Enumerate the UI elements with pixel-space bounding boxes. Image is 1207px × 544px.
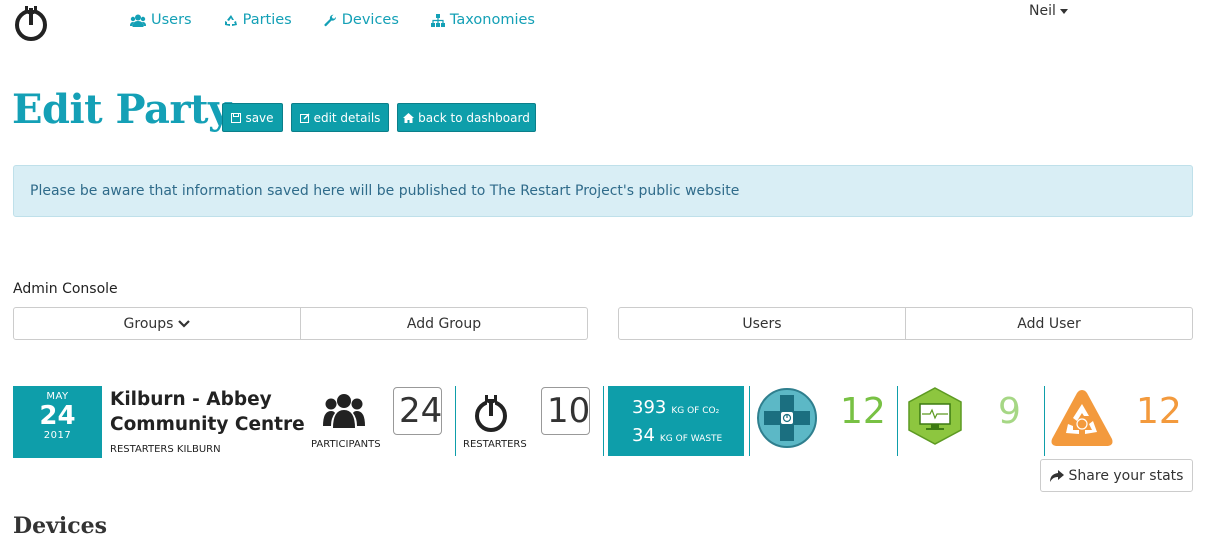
nav-label-parties: Parties [242, 12, 292, 28]
add-group-label: Add Group [406, 315, 482, 332]
add-user-label: Add User [1017, 315, 1081, 332]
nav-label-users: Users [151, 12, 192, 28]
divider [1044, 386, 1045, 456]
share-stats-button[interactable]: Share your stats [1040, 459, 1193, 492]
waste-value: 34 [632, 425, 655, 446]
admin-group-buttons: Groups Add Group [13, 307, 588, 340]
party-group-name: RESTARTERS KILBURN [110, 444, 221, 455]
nav-item-taxonomies[interactable]: Taxonomies [430, 12, 535, 28]
edit-details-label: edit details [313, 110, 381, 125]
fixed-icon [756, 387, 818, 453]
repairable-count: 9 [998, 391, 1021, 432]
share-icon [1049, 469, 1064, 482]
waste-unit: KG OF WASTE [659, 434, 723, 444]
nav-label-devices: Devices [341, 12, 399, 28]
restarters-label: RESTARTERS [463, 439, 527, 450]
home-icon [403, 112, 415, 123]
users-icon [130, 14, 146, 27]
groups-label: Groups [123, 315, 174, 332]
edit-details-button[interactable]: edit details [291, 103, 389, 132]
edit-icon [299, 113, 310, 123]
devices-section-title: Devices [13, 513, 107, 539]
dead-count: 12 [1136, 391, 1182, 432]
users-button[interactable]: Users [618, 307, 906, 340]
alert-text: Please be aware that information saved h… [30, 183, 740, 199]
waste-stat: 34 KG OF WASTE [632, 425, 722, 446]
back-label: back to dashboard [418, 110, 530, 125]
repairable-icon [907, 387, 963, 449]
restart-logo-icon[interactable] [13, 4, 49, 42]
user-menu-dropdown[interactable]: Neil [1029, 3, 1068, 19]
impact-stats-box: 393 KG OF CO₂ 34 KG OF WASTE [608, 386, 744, 456]
party-name: Kilburn - Abbey Community Centre [110, 389, 305, 435]
recycle-icon [224, 14, 237, 26]
save-label: save [245, 110, 274, 125]
user-name: Neil [1029, 3, 1056, 19]
nav-item-users[interactable]: Users [130, 12, 192, 28]
restarters-icon [473, 393, 509, 437]
sitemap-icon [430, 13, 445, 27]
participants-label: PARTICIPANTS [311, 439, 381, 450]
back-to-dashboard-button[interactable]: back to dashboard [397, 103, 536, 132]
caret-down-icon [1059, 8, 1068, 14]
users-label: Users [742, 315, 782, 332]
co2-stat: 393 KG OF CO₂ [632, 397, 719, 418]
nav-item-parties[interactable]: Parties [224, 12, 292, 28]
divider [603, 386, 604, 456]
party-date-badge: MAY 24 2017 [13, 386, 102, 458]
participants-input[interactable]: 24 [393, 387, 442, 435]
co2-value: 393 [632, 397, 667, 418]
participants-icon [323, 392, 365, 432]
save-button[interactable]: save [222, 103, 283, 132]
divider [897, 386, 898, 456]
admin-user-buttons: Users Add User [618, 307, 1193, 340]
add-group-button[interactable]: Add Group [301, 307, 588, 340]
co2-unit: KG OF CO₂ [671, 406, 720, 416]
page-title: Edit Party [12, 86, 231, 133]
main-nav: Users Parties Devices Taxonomies [130, 12, 567, 28]
date-year: 2017 [43, 430, 72, 441]
info-alert: Please be aware that information saved h… [13, 165, 1193, 217]
divider [749, 386, 750, 456]
divider [455, 386, 456, 456]
save-icon [231, 112, 242, 123]
admin-console-label: Admin Console [13, 281, 118, 297]
groups-dropdown-button[interactable]: Groups [13, 307, 301, 340]
nav-item-devices[interactable]: Devices [324, 12, 399, 28]
date-day: 24 [39, 401, 76, 431]
chevron-down-icon [178, 319, 191, 328]
nav-label-taxonomies: Taxonomies [449, 12, 535, 28]
wrench-icon [324, 14, 336, 26]
fixed-count: 12 [840, 391, 886, 432]
restarters-input[interactable]: 10 [541, 387, 590, 435]
add-user-button[interactable]: Add User [906, 307, 1193, 340]
dead-recycle-icon [1049, 387, 1115, 453]
share-label: Share your stats [1068, 467, 1184, 484]
